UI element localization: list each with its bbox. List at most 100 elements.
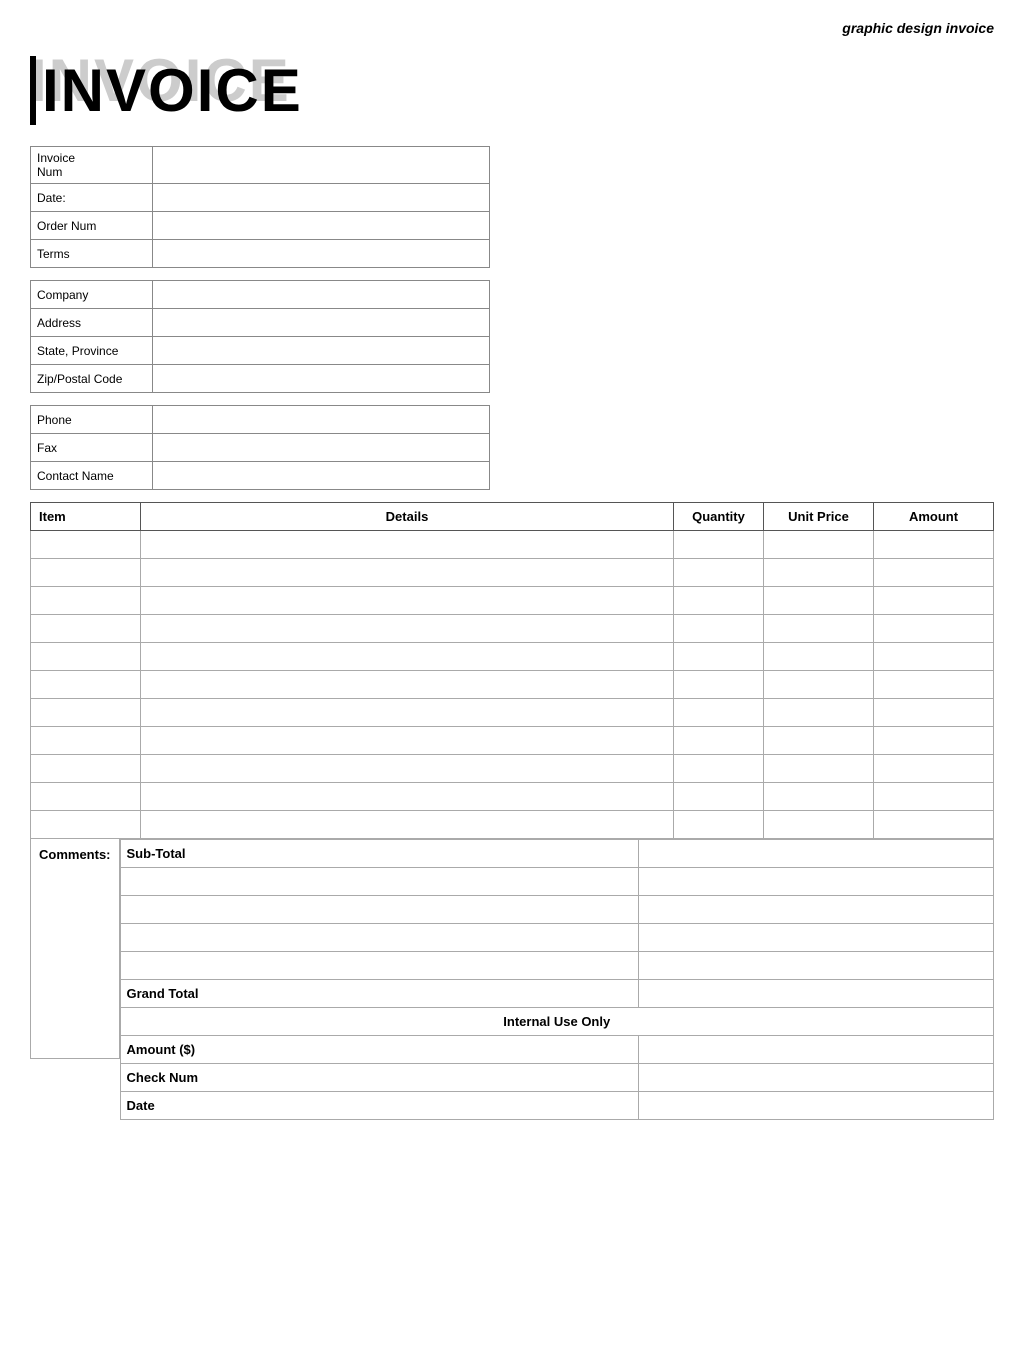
unit-price-cell[interactable] (764, 811, 874, 839)
amount-cell[interactable] (874, 531, 994, 559)
unit-price-cell[interactable] (764, 755, 874, 783)
zip-label: Zip/Postal Code (31, 365, 153, 393)
quantity-cell[interactable] (674, 559, 764, 587)
table-row (31, 783, 994, 811)
date-value[interactable] (153, 184, 490, 212)
quantity-cell[interactable] (674, 727, 764, 755)
item-cell[interactable] (31, 671, 141, 699)
quantity-cell[interactable] (674, 783, 764, 811)
quantity-cell[interactable] (674, 811, 764, 839)
check-num-label: Check Num (120, 1064, 639, 1092)
quantity-cell[interactable] (674, 699, 764, 727)
fax-value[interactable] (153, 434, 490, 462)
details-cell[interactable] (141, 727, 674, 755)
table-row: Zip/Postal Code (31, 365, 490, 393)
unit-price-cell[interactable] (764, 587, 874, 615)
details-cell[interactable] (141, 811, 674, 839)
extra-row-1 (120, 868, 993, 896)
amount-cell[interactable] (874, 559, 994, 587)
extra-label-2[interactable] (120, 896, 639, 924)
contact-name-value[interactable] (153, 462, 490, 490)
subtotal-value[interactable] (639, 840, 994, 868)
item-cell[interactable] (31, 643, 141, 671)
quantity-cell[interactable] (674, 643, 764, 671)
quantity-cell[interactable] (674, 671, 764, 699)
table-row: Terms (31, 240, 490, 268)
invoice-title-main: INVOICE (30, 56, 303, 125)
unit-price-cell[interactable] (764, 531, 874, 559)
items-table-header-row: Item Details Quantity Unit Price Amount (31, 503, 994, 531)
quantity-cell[interactable] (674, 615, 764, 643)
details-cell[interactable] (141, 531, 674, 559)
invoice-num-label: InvoiceNum (31, 147, 153, 184)
quantity-cell[interactable] (674, 531, 764, 559)
order-num-value[interactable] (153, 212, 490, 240)
table-row (31, 587, 994, 615)
details-cell[interactable] (141, 615, 674, 643)
amount-cell[interactable] (874, 755, 994, 783)
phone-value[interactable] (153, 406, 490, 434)
extra-label-3[interactable] (120, 924, 639, 952)
unit-price-cell[interactable] (764, 783, 874, 811)
invoice-num-value[interactable] (153, 147, 490, 184)
extra-label-4[interactable] (120, 952, 639, 980)
unit-price-cell[interactable] (764, 559, 874, 587)
amount-cell[interactable] (874, 615, 994, 643)
extra-value-1[interactable] (639, 868, 994, 896)
amount-cell[interactable] (874, 727, 994, 755)
details-cell[interactable] (141, 671, 674, 699)
grand-total-value[interactable] (639, 980, 994, 1008)
table-row: Address (31, 309, 490, 337)
details-header: Details (141, 503, 674, 531)
terms-label: Terms (31, 240, 153, 268)
amount-cell[interactable] (874, 587, 994, 615)
amount-cell[interactable] (874, 643, 994, 671)
unit-price-cell[interactable] (764, 671, 874, 699)
details-cell[interactable] (141, 699, 674, 727)
unit-price-cell[interactable] (764, 643, 874, 671)
details-cell[interactable] (141, 643, 674, 671)
address-value[interactable] (153, 309, 490, 337)
extra-value-2[interactable] (639, 896, 994, 924)
amount-dollar-value[interactable] (639, 1036, 994, 1064)
unit-price-cell[interactable] (764, 727, 874, 755)
grand-total-label: Grand Total (120, 980, 639, 1008)
invoice-title-wrapper: INVOICE INVOICE (30, 46, 994, 126)
state-province-value[interactable] (153, 337, 490, 365)
company-value[interactable] (153, 281, 490, 309)
subtotal-row: Sub-Total (120, 840, 993, 868)
details-cell[interactable] (141, 783, 674, 811)
terms-value[interactable] (153, 240, 490, 268)
item-cell[interactable] (31, 727, 141, 755)
check-num-value[interactable] (639, 1064, 994, 1092)
amount-cell[interactable] (874, 699, 994, 727)
extra-value-3[interactable] (639, 924, 994, 952)
table-row: Company (31, 281, 490, 309)
details-cell[interactable] (141, 755, 674, 783)
amount-cell[interactable] (874, 811, 994, 839)
item-cell[interactable] (31, 699, 141, 727)
quantity-cell[interactable] (674, 755, 764, 783)
item-cell[interactable] (31, 811, 141, 839)
unit-price-cell[interactable] (764, 615, 874, 643)
details-cell[interactable] (141, 559, 674, 587)
item-cell[interactable] (31, 755, 141, 783)
quantity-header: Quantity (674, 503, 764, 531)
item-cell[interactable] (31, 559, 141, 587)
item-cell[interactable] (31, 615, 141, 643)
subtotal-label: Sub-Total (120, 840, 639, 868)
details-cell[interactable] (141, 587, 674, 615)
item-cell[interactable] (31, 783, 141, 811)
extra-value-4[interactable] (639, 952, 994, 980)
item-cell[interactable] (31, 531, 141, 559)
quantity-cell[interactable] (674, 587, 764, 615)
zip-value[interactable] (153, 365, 490, 393)
amount-cell[interactable] (874, 671, 994, 699)
amount-cell[interactable] (874, 783, 994, 811)
contact-info-table: Phone Fax Contact Name (30, 405, 490, 490)
item-cell[interactable] (31, 587, 141, 615)
extra-label-1[interactable] (120, 868, 639, 896)
table-row (31, 727, 994, 755)
internal-date-value[interactable] (639, 1092, 994, 1120)
unit-price-cell[interactable] (764, 699, 874, 727)
